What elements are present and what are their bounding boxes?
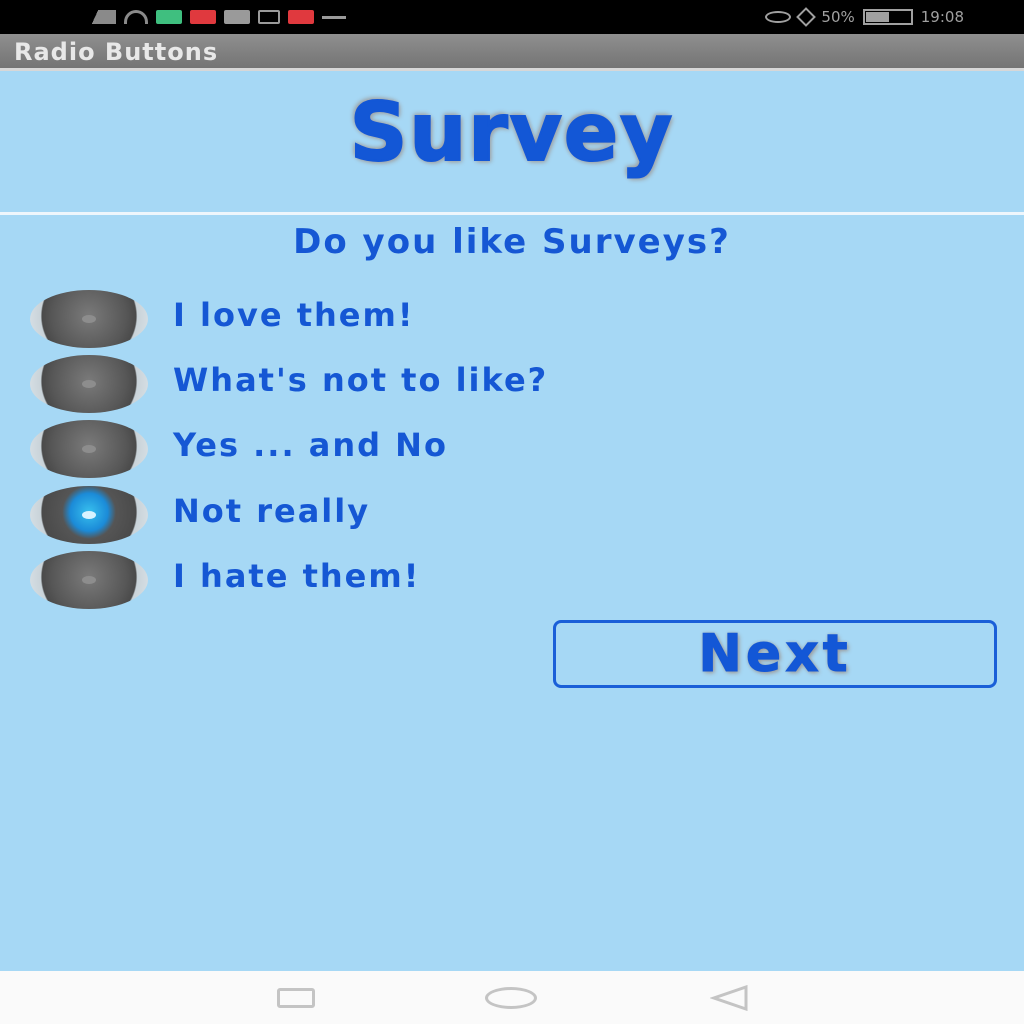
status-left-icons xyxy=(74,8,346,26)
status-bar: 50% 19:08 xyxy=(0,0,1024,34)
next-button[interactable]: Next xyxy=(553,620,997,688)
notification-icon xyxy=(322,15,346,19)
signal-icon xyxy=(74,10,116,24)
notification-icon xyxy=(224,10,250,24)
radio-option-label[interactable]: Yes ... and No xyxy=(173,426,448,464)
survey-question: Do you like Surveys? xyxy=(293,222,731,262)
clock: 19:08 xyxy=(920,8,964,26)
radio-option-yes-and-no[interactable]: Yes ... and No xyxy=(30,420,750,480)
notification-icon xyxy=(156,10,182,24)
home-icon xyxy=(485,987,537,1009)
notification-icon xyxy=(258,10,280,24)
system-nav-bar xyxy=(0,971,1024,1024)
radio-option-not-really[interactable]: Not really xyxy=(30,486,750,546)
back-button[interactable] xyxy=(688,971,768,1024)
notification-icon xyxy=(288,10,314,24)
app-title: Radio Buttons xyxy=(14,38,219,66)
radio-button[interactable] xyxy=(30,420,148,478)
battery-icon xyxy=(862,9,913,25)
eye-icon xyxy=(765,11,792,23)
radio-option-whats-not-to-like[interactable]: What's not to like? xyxy=(30,355,750,415)
home-button[interactable] xyxy=(471,971,551,1024)
radio-option-love[interactable]: I love them! xyxy=(30,290,750,350)
wifi-icon xyxy=(124,10,148,24)
battery-percent: 50% xyxy=(821,8,855,26)
status-right-icons: 50% 19:08 xyxy=(765,7,964,27)
survey-title: Survey xyxy=(349,85,675,180)
radio-button-checked[interactable] xyxy=(30,486,148,544)
radio-button[interactable] xyxy=(30,551,148,609)
recents-button[interactable] xyxy=(253,971,333,1024)
app-title-bar: Radio Buttons xyxy=(0,34,1024,71)
radio-option-label[interactable]: What's not to like? xyxy=(173,361,548,399)
notification-icon xyxy=(190,10,216,24)
radio-option-hate[interactable]: I hate them! xyxy=(30,551,750,611)
radio-button[interactable] xyxy=(30,290,148,348)
radio-button[interactable] xyxy=(30,355,148,413)
radio-option-label[interactable]: I hate them! xyxy=(173,557,420,595)
recents-icon xyxy=(277,988,315,1008)
radio-option-label[interactable]: Not really xyxy=(173,492,370,530)
bluetooth-icon xyxy=(796,7,817,27)
radio-option-label[interactable]: I love them! xyxy=(173,296,414,334)
